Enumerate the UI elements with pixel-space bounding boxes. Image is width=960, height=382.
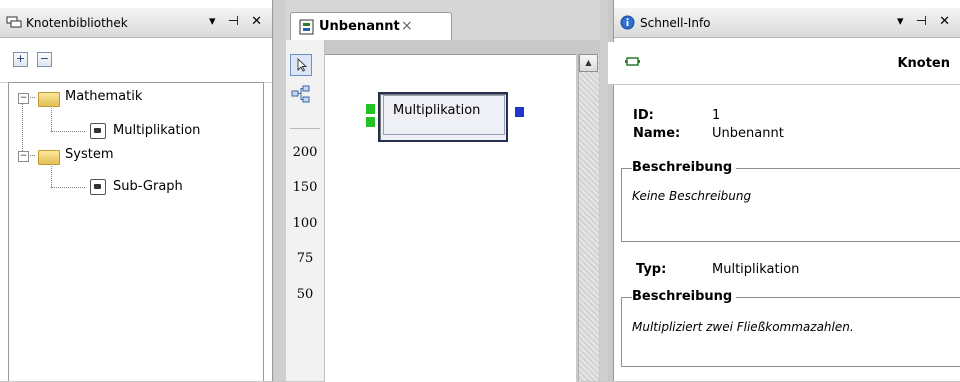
zoom-level-100[interactable]: 100 <box>286 216 324 231</box>
graph-node-label: Multiplikation <box>393 103 481 118</box>
collapse-toggle-icon[interactable]: − <box>18 151 29 162</box>
type-label: Typ: <box>636 262 667 277</box>
pane-controls[interactable]: ▾ ⊣ ✕ <box>897 14 954 29</box>
node-glyph-icon <box>625 56 641 71</box>
quick-info-title: Schnell-Info <box>640 16 711 30</box>
tree-item-label: Sub-Graph <box>113 179 183 194</box>
tree-item-label: Multiplikation <box>113 123 201 138</box>
editor-tool-column: 200 150 100 75 50 <box>286 40 325 381</box>
description-group: Beschreibung Keine Beschreibung <box>621 160 960 242</box>
info-icon <box>620 15 635 33</box>
node-icon <box>90 123 106 139</box>
scroll-up-button[interactable]: ▲ <box>579 54 598 72</box>
id-value: 1 <box>712 108 721 123</box>
collapse-toggle-icon[interactable]: − <box>18 93 29 104</box>
node-library-titlebar[interactable]: Knotenbibliothek ▾ ⊣ ✕ <box>0 8 272 38</box>
tab-title: Unbenannt <box>319 19 400 34</box>
tree-item-label: System <box>65 147 114 162</box>
folder-icon <box>38 92 60 107</box>
tree-item-label: Mathematik <box>65 89 143 104</box>
node-library-toolbar: + − <box>0 38 272 83</box>
name-label: Name: <box>633 126 681 141</box>
expand-all-button[interactable]: + <box>13 52 28 67</box>
connect-tool-button[interactable] <box>291 84 311 104</box>
input-port-a[interactable] <box>366 104 375 114</box>
node-library-icon <box>6 16 22 31</box>
type-value: Multiplikation <box>712 262 800 277</box>
splitter[interactable] <box>274 0 286 381</box>
pointer-tool-button[interactable] <box>290 54 312 76</box>
zoom-level-200[interactable]: 200 <box>286 145 324 160</box>
description-text: Keine Beschreibung <box>632 189 752 203</box>
vertical-scrollbar[interactable]: ▲ <box>578 54 599 381</box>
name-value: Unbenannt <box>712 126 784 141</box>
folder-icon <box>38 150 60 165</box>
input-port-b[interactable] <box>366 117 375 127</box>
type-description-text: Multipliziert zwei Fließkommazahlen. <box>632 320 854 334</box>
zoom-level-150[interactable]: 150 <box>286 180 324 195</box>
quick-info-kind: Knoten <box>897 56 950 71</box>
zoom-level-50[interactable]: 50 <box>286 287 324 302</box>
pane-controls[interactable]: ▾ ⊣ ✕ <box>209 14 266 29</box>
node-icon <box>90 179 106 195</box>
type-description-header: Beschreibung <box>632 289 737 304</box>
description-header: Beschreibung <box>632 160 737 175</box>
collapse-all-button[interactable]: − <box>37 52 52 67</box>
zoom-level-75[interactable]: 75 <box>286 251 324 266</box>
node-library-panel: Knotenbibliothek ▾ ⊣ ✕ + − − Mathematik … <box>0 0 273 381</box>
node-library-title: Knotenbibliothek <box>26 16 128 30</box>
tab-unbenannt[interactable]: Unbenannt × <box>290 12 452 40</box>
splitter[interactable] <box>600 0 608 381</box>
type-description-group: Beschreibung Multipliziert zwei Fließkom… <box>621 289 960 367</box>
quick-info-titlebar[interactable]: Schnell-Info ▾ ⊣ ✕ <box>614 8 960 38</box>
output-port[interactable] <box>515 107 524 117</box>
node-tree: − Mathematik Multiplikation − System Sub… <box>8 82 264 381</box>
graph-document-icon <box>299 19 315 38</box>
tab-close-icon[interactable]: × <box>401 18 413 34</box>
quick-info-header: Knoten <box>608 42 960 85</box>
id-label: ID: <box>633 108 654 123</box>
